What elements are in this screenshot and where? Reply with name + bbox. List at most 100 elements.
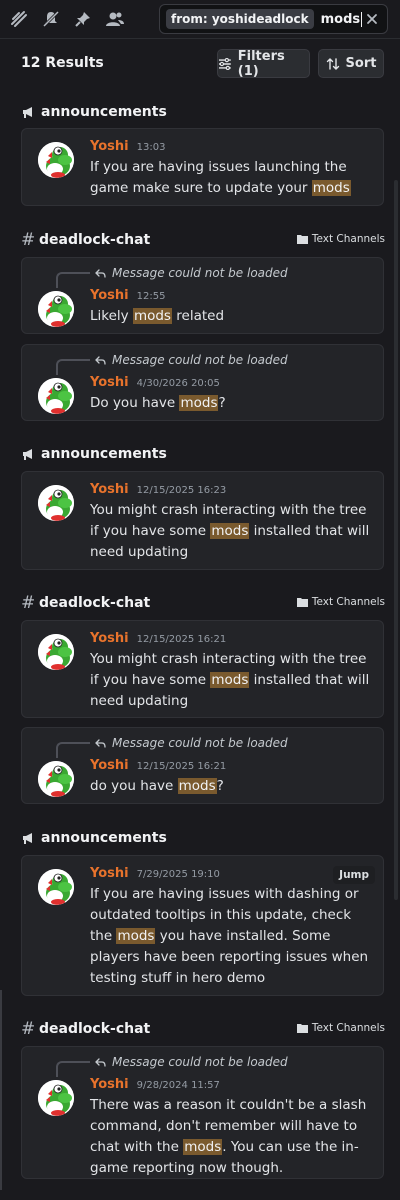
- timestamp: 12:55: [136, 291, 166, 302]
- author-name[interactable]: Yoshi: [90, 866, 129, 881]
- mute-icon[interactable]: [40, 8, 62, 30]
- author-name[interactable]: Yoshi: [90, 139, 129, 154]
- search-result-card[interactable]: Message could not be loaded Yoshi 12/15/20…: [21, 727, 384, 804]
- avatar[interactable]: [38, 761, 74, 797]
- timestamp: 4/30/2026 20:05: [136, 378, 220, 389]
- hash-icon: #: [21, 593, 36, 613]
- reply-connector: [56, 1061, 90, 1077]
- author-name[interactable]: Yoshi: [90, 375, 129, 390]
- filters-label: Filters (1): [237, 48, 285, 79]
- reply-preview[interactable]: Message could not be loaded: [95, 736, 288, 750]
- search-highlight: mods: [210, 523, 250, 539]
- search-result-card[interactable]: Yoshi 7/29/2025 19:10 If you are having is…: [21, 855, 384, 996]
- message-meta: Yoshi 12/15/2025 16:21: [90, 631, 226, 646]
- message-meta: Yoshi 9/28/2024 11:57: [90, 1077, 220, 1092]
- message-content: You might crash interacting with the tre…: [90, 649, 375, 712]
- yoshi-avatar-icon: [38, 378, 74, 414]
- search-input[interactable]: mods: [320, 11, 363, 27]
- channel-name[interactable]: deadlock-chat: [39, 595, 150, 611]
- search-highlight: mods: [179, 395, 219, 411]
- channel-name[interactable]: announcements: [41, 830, 167, 846]
- folder-icon: [296, 598, 308, 607]
- avatar[interactable]: [38, 291, 74, 327]
- channel-header: announcements: [21, 828, 385, 848]
- channel-name[interactable]: announcements: [41, 104, 167, 120]
- timestamp: 7/29/2025 19:10: [136, 869, 220, 880]
- message-content: Likely mods related: [90, 306, 375, 327]
- search-highlight: mods: [116, 928, 156, 944]
- message-meta: Yoshi 13:03: [90, 139, 165, 154]
- timestamp: 12/15/2025 16:23: [136, 485, 227, 496]
- avatar[interactable]: [38, 869, 74, 905]
- avatar[interactable]: [38, 378, 74, 414]
- avatar[interactable]: [38, 1080, 74, 1116]
- result-count: 12 Results: [21, 55, 104, 71]
- members-icon[interactable]: [104, 8, 126, 30]
- channel-category: Text Channels: [296, 596, 385, 608]
- reply-preview-text: Message could not be loaded: [112, 266, 288, 280]
- reply-preview-text: Message could not be loaded: [112, 736, 288, 750]
- timestamp: 12/15/2025 16:21: [136, 761, 227, 772]
- reply-preview-text: Message could not be loaded: [112, 353, 288, 367]
- reply-icon: [95, 355, 106, 365]
- message-content: If you are having issues with dashing or…: [90, 884, 375, 989]
- channel-name[interactable]: deadlock-chat: [39, 1021, 150, 1037]
- hash-icon: #: [21, 1019, 36, 1039]
- text-caret: [361, 11, 363, 27]
- avatar[interactable]: [38, 485, 74, 521]
- sort-button[interactable]: Sort: [318, 49, 384, 78]
- scrollbar[interactable]: [394, 180, 398, 900]
- channel-header: # deadlock-chat Text Channels: [21, 1019, 385, 1039]
- message-text: Do you have: [90, 395, 180, 411]
- announcement-icon: [23, 833, 32, 844]
- timestamp: 13:03: [136, 142, 166, 153]
- results-header: 12 Results Filters (1) Sort: [0, 39, 400, 89]
- message-text: do you have: [90, 778, 178, 794]
- reply-preview[interactable]: Message could not be loaded: [95, 1055, 288, 1069]
- message-content: There was a reason it couldn't be a slas…: [90, 1095, 375, 1179]
- channel-category: Text Channels: [296, 233, 385, 245]
- search-highlight: mods: [177, 778, 217, 794]
- author-name[interactable]: Yoshi: [90, 1077, 129, 1092]
- author-name[interactable]: Yoshi: [90, 288, 129, 303]
- announcement-icon: [23, 449, 32, 460]
- timestamp: 9/28/2024 11:57: [136, 1080, 220, 1091]
- author-name[interactable]: Yoshi: [90, 482, 129, 497]
- announcement-icon: [23, 107, 32, 118]
- search-result-card[interactable]: Yoshi 12/15/2025 16:23 You might crash int…: [21, 471, 384, 570]
- avatar[interactable]: [38, 634, 74, 670]
- channel-name[interactable]: announcements: [41, 446, 167, 462]
- author-name[interactable]: Yoshi: [90, 758, 129, 773]
- search-result-card[interactable]: Yoshi 13:03 If you are having issues launc…: [21, 128, 384, 206]
- search-result-card[interactable]: Message could not be loaded Yoshi 4/30/202…: [21, 344, 384, 421]
- panel-edge: [0, 990, 2, 1190]
- yoshi-avatar-icon: [38, 1080, 74, 1116]
- pin-icon[interactable]: [72, 8, 94, 30]
- channel-header: announcements: [21, 102, 385, 122]
- message-content: Do you have mods?: [90, 393, 375, 414]
- search-result-card[interactable]: Message could not be loaded Yoshi 9/28/202…: [21, 1046, 384, 1179]
- message-meta: Yoshi 12:55: [90, 288, 165, 303]
- reply-connector: [56, 742, 90, 758]
- search-query: mods: [320, 11, 361, 27]
- avatar[interactable]: [38, 142, 74, 178]
- threads-icon[interactable]: [8, 8, 30, 30]
- search-result-card[interactable]: Message could not be loaded Yoshi 12:55 Lik…: [21, 257, 384, 334]
- close-icon[interactable]: [364, 11, 380, 27]
- search-filter-chip[interactable]: from: yoshideadlock: [166, 9, 314, 29]
- message-text: ?: [218, 395, 226, 411]
- reply-preview[interactable]: Message could not be loaded: [95, 266, 288, 280]
- reply-preview[interactable]: Message could not be loaded: [95, 353, 288, 367]
- yoshi-avatar-icon: [38, 485, 74, 521]
- message-text: ?: [216, 778, 224, 794]
- filters-button[interactable]: Filters (1): [217, 48, 310, 79]
- search-result-card[interactable]: Yoshi 12/15/2025 16:21 You might crash int…: [21, 620, 384, 718]
- search-box[interactable]: from: yoshideadlock mods: [159, 4, 388, 34]
- author-name[interactable]: Yoshi: [90, 631, 129, 646]
- yoshi-avatar-icon: [38, 634, 74, 670]
- top-toolbar: from: yoshideadlock mods: [0, 0, 400, 38]
- jump-button[interactable]: Jump: [333, 866, 375, 884]
- reply-icon: [95, 268, 106, 278]
- message-text: If you are having issues launching the g…: [90, 159, 347, 196]
- channel-name[interactable]: deadlock-chat: [39, 232, 150, 248]
